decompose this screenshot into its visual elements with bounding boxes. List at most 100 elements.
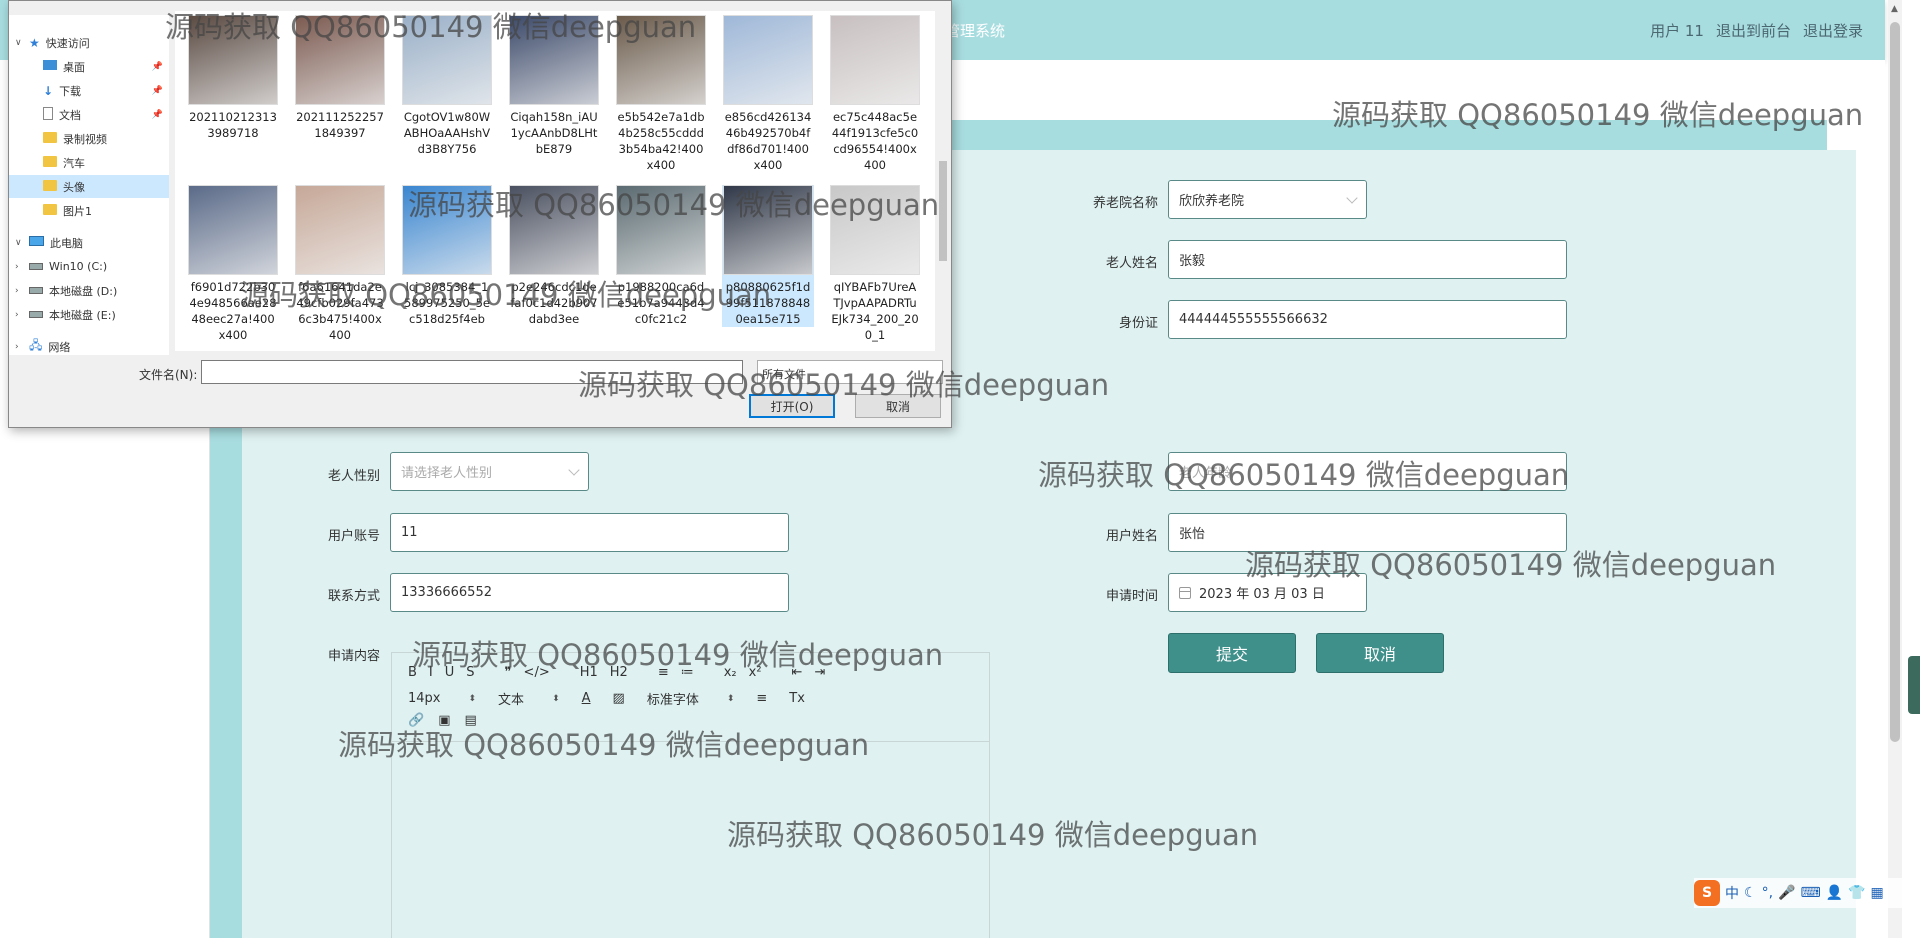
chevron-down-icon: [568, 463, 580, 476]
bullet-list-icon[interactable]: ≔: [681, 665, 694, 680]
clear-format-icon[interactable]: Tx: [789, 691, 805, 706]
strikethrough-icon[interactable]: S: [466, 665, 474, 680]
subscript-icon[interactable]: x₂: [724, 665, 737, 680]
expand-icon[interactable]: ›: [15, 262, 23, 272]
tree-item[interactable]: › 🖧 网络: [9, 335, 169, 358]
file-item[interactable]: e856cd42613446b492570b4fdf86d701!400x400: [722, 15, 814, 173]
ime-language-toggle[interactable]: 中: [1725, 883, 1739, 903]
bold-icon[interactable]: B: [408, 665, 417, 680]
keyboard-icon[interactable]: ⌨: [1800, 885, 1820, 901]
logout-link[interactable]: 退出登录: [1803, 20, 1863, 41]
gender-select[interactable]: 请选择老人性别: [390, 452, 589, 491]
file-item[interactable]: f6901d722b304e948566ae2848eec27a!400x400: [187, 185, 279, 343]
heading2-icon[interactable]: H2: [610, 665, 628, 680]
dialog-cancel-button[interactable]: 取消: [855, 394, 941, 418]
rich-text-editor[interactable]: B I U S ❞ </> H1 H2 ≡ ≔ x₂ x² ⇤ ⇥ 14px ⬍ …: [391, 652, 990, 938]
ordered-list-icon[interactable]: ≡: [658, 665, 669, 680]
phone-label: 联系方式: [327, 589, 380, 604]
heading1-icon[interactable]: H1: [580, 665, 598, 680]
font-family-select[interactable]: 标准字体 ⬍: [647, 689, 735, 708]
tree-item[interactable]: ∨ ★ 快速访问: [9, 31, 169, 54]
microphone-icon[interactable]: 🎤: [1778, 885, 1795, 901]
expand-icon[interactable]: ›: [15, 310, 23, 320]
file-item[interactable]: 2021112522571849397: [294, 15, 386, 141]
quote-icon[interactable]: ❞: [505, 665, 512, 680]
code-icon[interactable]: </>: [524, 665, 550, 680]
scrollbar-thumb[interactable]: [1890, 22, 1900, 742]
back-to-frontend-link[interactable]: 退出到前台: [1716, 20, 1791, 41]
expand-icon[interactable]: ∨: [15, 238, 23, 248]
download-icon: ↓: [43, 83, 54, 98]
video-icon[interactable]: ▤: [464, 713, 476, 728]
punctuation-icon[interactable]: °,: [1762, 885, 1773, 901]
tree-item[interactable]: › 本地磁盘 (E:): [9, 303, 169, 326]
file-item[interactable]: e5b542e7a1db4b258c55cddd3b54ba42!400x400: [615, 15, 707, 173]
expand-icon[interactable]: ∨: [15, 38, 23, 48]
file-item[interactable]: qIYBAFb7UreATJvpAAPADRTuEJk734_200_200_1: [829, 185, 921, 343]
font-size-select[interactable]: 14px ⬍: [408, 691, 476, 706]
elder-age-field[interactable]: 老人年龄: [1168, 452, 1567, 491]
computer-icon: [29, 236, 44, 249]
nursing-home-select[interactable]: 欣欣养老院: [1168, 180, 1367, 219]
tree-item[interactable]: › 本地磁盘 (D:): [9, 279, 169, 302]
tree-item[interactable]: ∨ 此电脑: [9, 231, 169, 254]
grid-menu-icon[interactable]: ▦: [1871, 885, 1884, 901]
scrollbar-thumb[interactable]: [939, 161, 947, 261]
filename-input[interactable]: [201, 360, 743, 384]
file-grid-scrollbar[interactable]: [936, 11, 950, 351]
font-color-icon[interactable]: A: [582, 691, 591, 706]
file-name: 2021102123133989718: [189, 110, 277, 140]
elder-name-field[interactable]: 张毅: [1168, 240, 1567, 279]
user-icon[interactable]: 👤: [1826, 885, 1843, 901]
tree-item[interactable]: 录制视频: [9, 127, 169, 150]
tree-item[interactable]: 文档 📌: [9, 103, 169, 126]
tree-item[interactable]: 图片1: [9, 199, 169, 222]
underline-icon[interactable]: U: [445, 665, 455, 680]
file-open-dialog: ∨ ★ 快速访问 桌面 📌 ↓ 下载 📌 文档 📌 录制视频 汽车 头像 图片1 ∨ 此电脑 › Win10 (C…: [8, 0, 952, 428]
skin-icon[interactable]: 👕: [1848, 885, 1865, 901]
side-drawer-handle[interactable]: [1908, 656, 1920, 714]
file-item[interactable]: Ciqah158n_iAU1ycAAnbD8LHtbE879: [508, 15, 600, 157]
moon-icon[interactable]: ☾: [1744, 885, 1757, 901]
italic-icon[interactable]: I: [429, 665, 433, 680]
file-item[interactable]: ec75c448ac5e44f1913cfe5c0cd96554!400x400: [829, 15, 921, 173]
account-field[interactable]: 11: [390, 513, 789, 552]
superscript-icon[interactable]: x²: [749, 665, 762, 680]
scroll-up-icon[interactable]: ▲: [1891, 4, 1898, 14]
expand-icon[interactable]: ›: [15, 342, 23, 352]
file-name: e856cd42613446b492570b4fdf86d701!400x400: [724, 110, 812, 172]
file-item[interactable]: 2021102123133989718: [187, 15, 279, 141]
tree-item[interactable]: ↓ 下载 📌: [9, 79, 169, 102]
file-item[interactable]: f6a61641da2e49cfb029fa4736c3b475!400x400: [294, 185, 386, 343]
background-color-icon[interactable]: ▨: [613, 691, 625, 706]
star-icon: ★: [29, 35, 40, 50]
image-icon[interactable]: ▣: [438, 713, 450, 728]
user-name-field[interactable]: 张怡: [1168, 513, 1567, 552]
file-item[interactable]: lcj_3085384_1589975250_5ec518d25f4eb: [401, 185, 493, 327]
gender-label: 老人性别: [327, 469, 380, 484]
outdent-icon[interactable]: ⇤: [792, 665, 803, 680]
ime-toolbar[interactable]: S 中 ☾ °, 🎤 ⌨ 👤 👕 ▦: [1694, 878, 1920, 908]
submit-button[interactable]: 提交: [1168, 633, 1296, 673]
file-item[interactable]: p80880625f1d99f5118788480ea15e715: [722, 185, 814, 327]
indent-icon[interactable]: ⇥: [814, 665, 825, 680]
align-icon[interactable]: ≡: [756, 691, 767, 706]
link-icon[interactable]: 🔗: [408, 713, 424, 728]
tree-item[interactable]: 汽车: [9, 151, 169, 174]
file-item[interactable]: p1988200ca6de51b7a9443d4c0fc21c2: [615, 185, 707, 327]
paragraph-select[interactable]: 文本 ⬍: [498, 689, 560, 708]
file-item[interactable]: CgotOV1w80WABHOaAAHshVd3B8Y756: [401, 15, 493, 157]
tree-item[interactable]: › Win10 (C:): [9, 255, 169, 278]
file-item[interactable]: p2e246cdc1defaf0c1d42b907dabd3ee: [508, 185, 600, 327]
open-button[interactable]: 打开(O): [749, 394, 835, 418]
apply-time-picker[interactable]: 2023 年 03 月 03 日: [1168, 573, 1367, 612]
page-scrollbar[interactable]: ▲: [1888, 0, 1902, 938]
tree-item[interactable]: 头像: [9, 175, 169, 198]
phone-field[interactable]: 13336666552: [390, 573, 789, 612]
id-card-field[interactable]: 444444555555566632: [1168, 300, 1567, 339]
elder-age-placeholder: 老人年龄: [1179, 466, 1232, 481]
filetype-select[interactable]: 所有文件: [757, 360, 943, 384]
tree-item[interactable]: 桌面 📌: [9, 55, 169, 78]
cancel-button[interactable]: 取消: [1316, 633, 1444, 673]
expand-icon[interactable]: ›: [15, 286, 23, 296]
